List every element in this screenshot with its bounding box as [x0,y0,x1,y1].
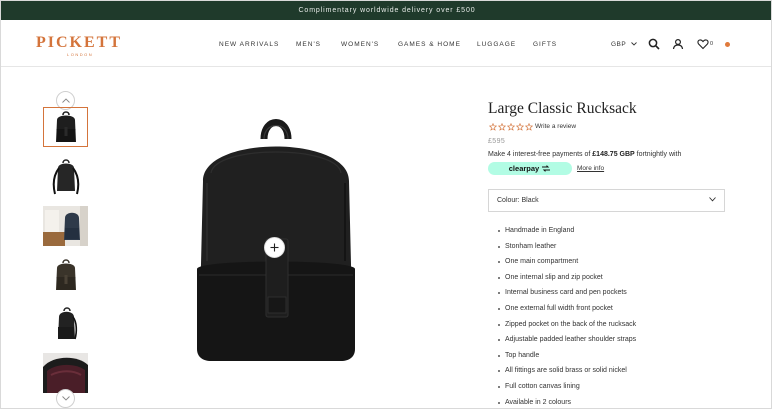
list-item: Available in 2 colours [498,395,636,408]
list-item: Handmade in England [498,223,636,239]
thumbnail-5[interactable] [43,304,88,344]
star-icon [516,123,524,131]
brand-logo[interactable]: PICKETT [36,34,122,52]
thumbnail-1[interactable] [43,107,88,147]
nav-gifts[interactable]: GIFTS [533,41,557,48]
chevron-up-icon [61,98,70,103]
zoom-button[interactable] [264,237,285,258]
clearpay-arrows-icon [542,165,551,172]
list-item: Stonham leather [498,239,636,255]
thumbnail-3[interactable] [43,206,88,246]
nav-luggage[interactable]: LUGGAGE [477,41,516,48]
product-price: £595 [488,138,506,145]
search-icon[interactable] [648,38,660,50]
nav-games-home[interactable]: GAMES & HOME [398,41,461,48]
instalment-text: Make 4 interest-free payments of £148.75… [488,151,681,158]
backpack-interior-thumbnail-image [43,353,88,393]
heart-icon[interactable] [697,38,709,50]
backpack-back-thumbnail-image [52,159,79,195]
nav-womens[interactable]: WOMEN'S [341,41,379,48]
backpack-side-thumbnail-image [57,307,77,340]
list-item: All fittings are solid brass or solid ni… [498,363,636,379]
thumbnail-2[interactable] [43,157,88,197]
feature-list: Handmade in England Stonham leather One … [498,223,636,408]
list-item: Internal business card and pen pockets [498,285,636,301]
currency-selector[interactable]: GBP [611,41,638,48]
list-item: Adjustable padded leather shoulder strap… [498,332,636,348]
cart-dot-icon[interactable] [725,42,730,47]
plus-icon [270,243,279,252]
star-icon [489,123,497,131]
chevron-down-icon [631,42,638,46]
thumbnail-4[interactable] [43,255,88,295]
backpack-lifestyle-thumbnail-image [43,206,88,246]
clearpay-logo: clearpay [508,164,540,173]
product-title: Large Classic Rucksack [488,100,637,117]
colour-select[interactable]: Colour: Black [488,189,725,212]
nav-new-arrivals[interactable]: NEW ARRIVALS [219,41,279,48]
thumbnail-6[interactable] [43,353,88,393]
list-item: Full cotton canvas lining [498,379,636,395]
rating-stars[interactable] [489,123,533,131]
colour-select-value: Colour: Black [497,197,539,204]
instalment-amount: £148.75 GBP [592,151,635,158]
page-frame: Complimentary worldwide delivery over £5… [0,0,772,409]
backpack-dark-thumbnail-image [55,259,76,290]
backpack-thumbnail-image [55,111,76,142]
list-item: One main compartment [498,254,636,270]
clearpay-badge: clearpay [488,162,572,175]
write-review-link[interactable]: Write a review [535,123,576,130]
list-item: One internal slip and zip pocket [498,270,636,286]
list-item: One external full width front pocket [498,301,636,317]
chevron-down-icon [709,197,716,202]
wishlist-count: 0 [710,41,714,47]
instalment-suffix: fortnightly with [634,151,682,158]
brand-logo-subtitle: LONDON [67,52,94,57]
currency-label: GBP [611,41,627,48]
list-item: Zipped pocket on the back of the rucksac… [498,317,636,333]
star-icon [525,123,533,131]
account-icon[interactable] [672,38,684,50]
instalment-prefix: Make 4 interest-free payments of [488,151,593,158]
thumbnails-down-button[interactable] [56,389,75,408]
star-icon [498,123,506,131]
more-info-link[interactable]: More info [577,165,604,172]
chevron-down-icon [61,396,70,401]
announcement-bar: Complimentary worldwide delivery over £5… [1,1,771,20]
site-header: PICKETT LONDON NEW ARRIVALS MEN'S WOMEN'… [1,20,771,67]
list-item: Top handle [498,348,636,364]
star-icon [507,123,515,131]
nav-mens[interactable]: MEN'S [296,41,321,48]
